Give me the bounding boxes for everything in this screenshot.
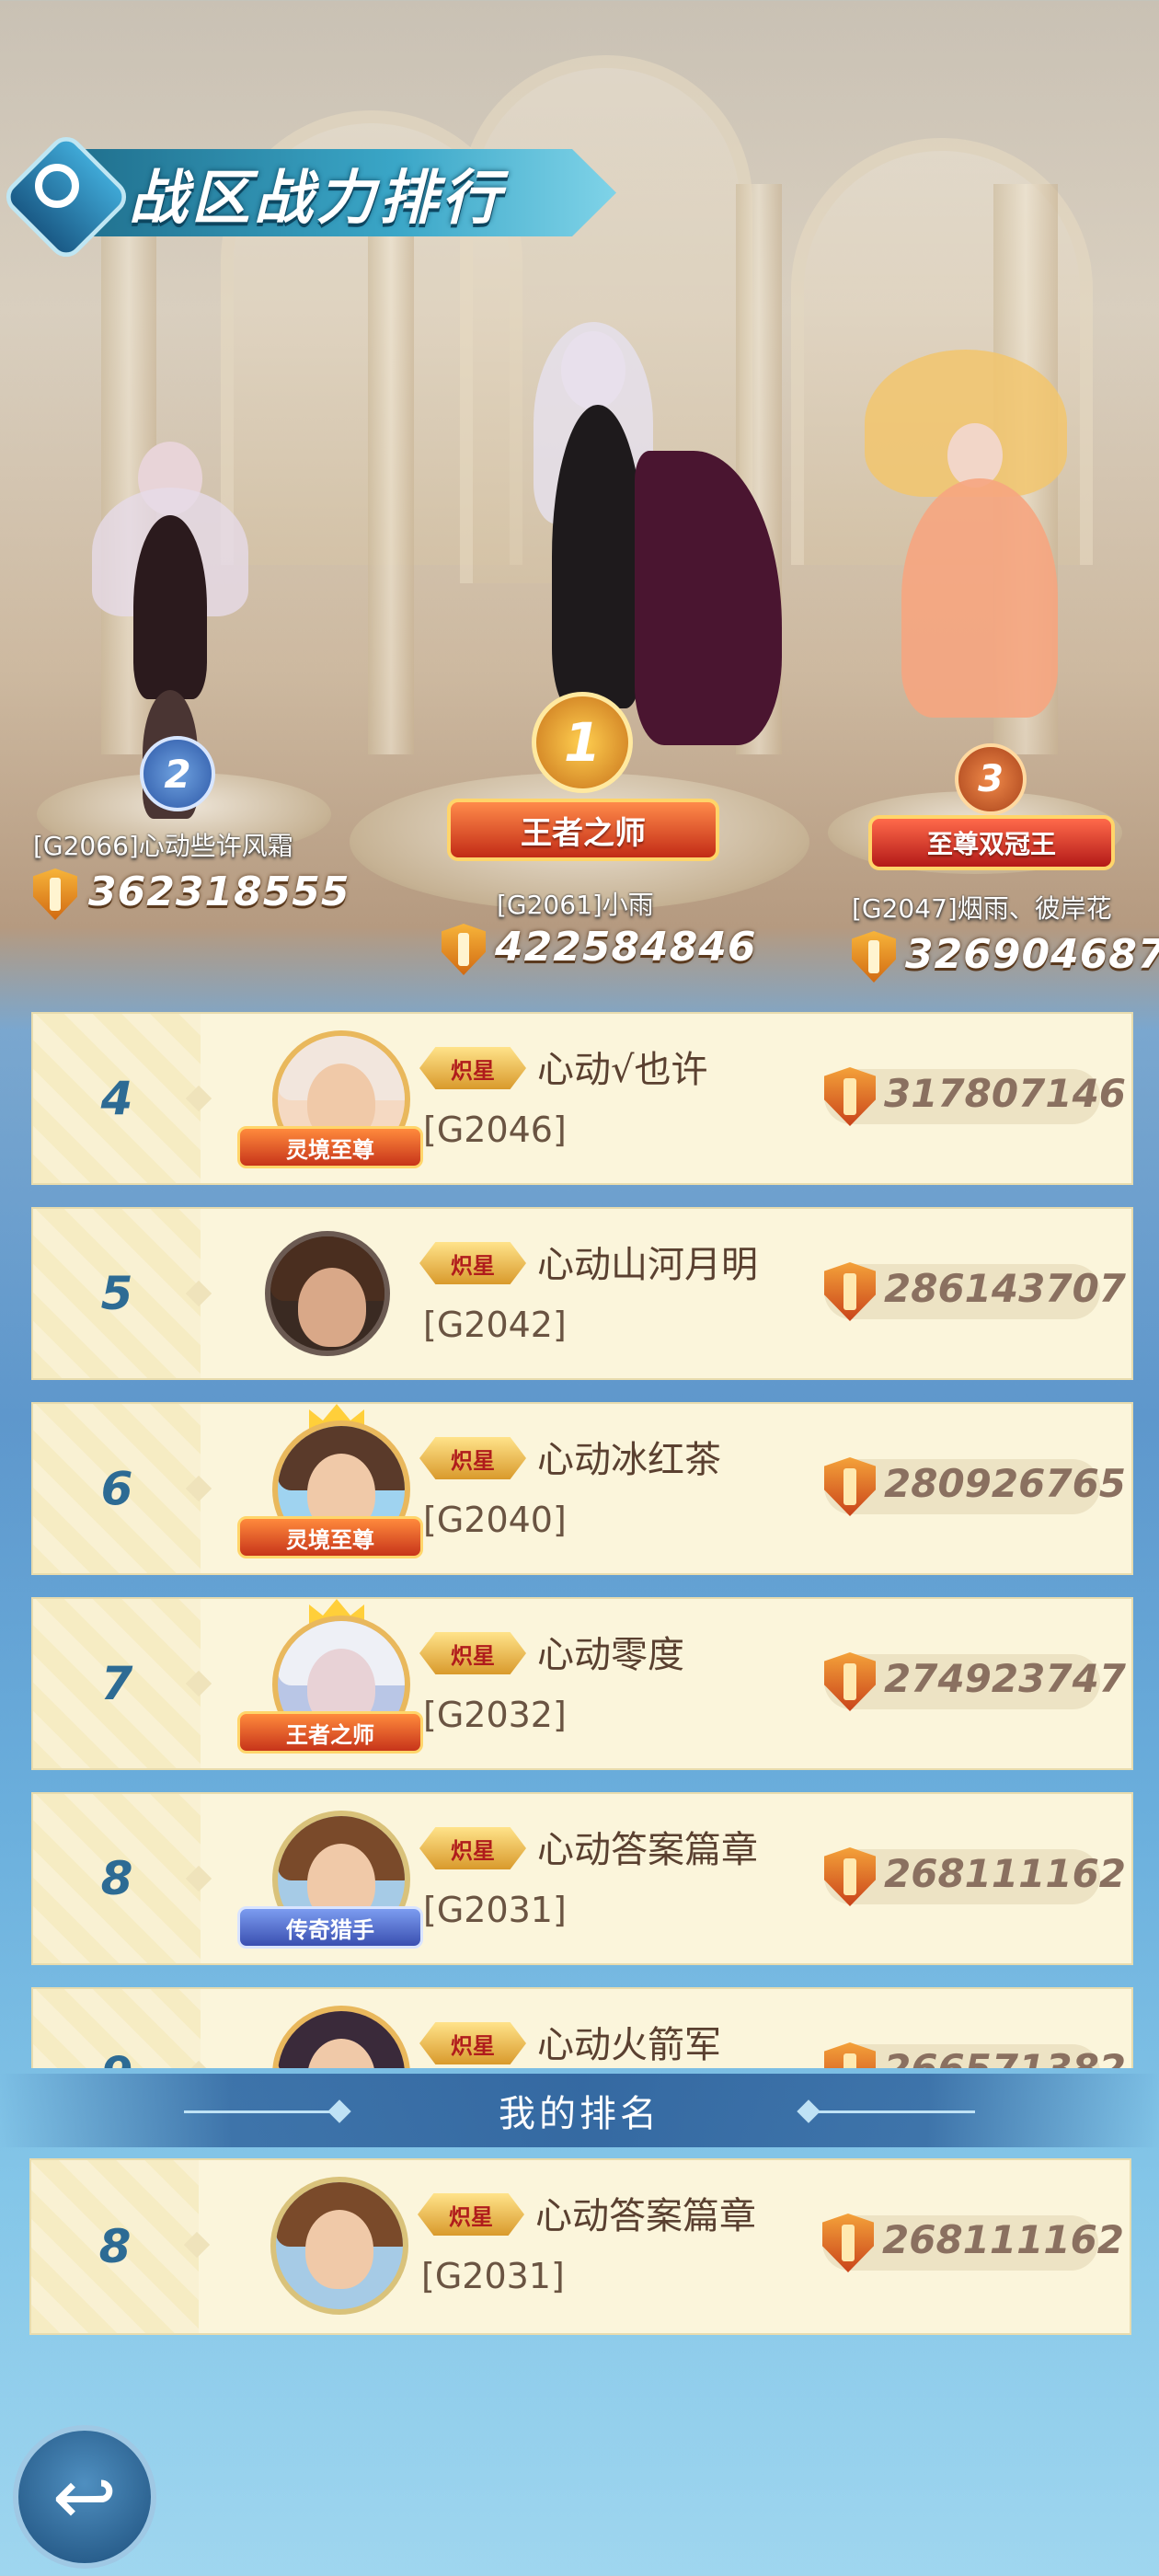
ranking-row[interactable]: 4 灵境至尊 炽星 心动√也许 [G2046] 317807146 [31,1012,1133,1185]
player-server: [G2046] [423,1110,567,1150]
vip-badge: 炽星 [419,2022,526,2064]
ranking-row[interactable]: 6 灵境至尊 炽星 心动冰红茶 [G2040] 280926765 [31,1402,1133,1575]
vip-badge: 炽星 [419,1242,526,1284]
vip-badge: 炽星 [419,1827,526,1869]
vip-badge: 炽星 [419,1047,526,1089]
rank-1-title-badge: 王者之师 [447,799,719,861]
ranking-row[interactable]: 5 炽星 心动山河月明 [G2042] 286143707 [31,1207,1133,1380]
rank-1-power: 422584846 [495,924,757,971]
player-power: 286143707 [884,1266,1127,1311]
rank-number: 7 [100,1657,133,1710]
avatar[interactable] [272,2006,410,2068]
player-server: [G2032] [423,1695,567,1735]
back-arrow-icon: ↩ [52,2452,118,2542]
my-rank-header: 我的排名 [0,2074,1159,2147]
ranking-list[interactable]: 4 灵境至尊 炽星 心动√也许 [G2046] 317807146 5 炽星 心… [31,1012,1133,2068]
player-name: 心动答案篇章 [537,1829,758,1871]
my-rank-row[interactable]: 8 炽星 心动答案篇章 [G2031] 268111162 [29,2158,1131,2335]
avatar[interactable] [270,2177,408,2315]
rank-number: 5 [100,1267,133,1320]
player-power: 317807146 [884,1071,1127,1116]
rank-2-name: [G2066]心动些许风霜 [33,831,293,861]
rank-3-title-badge: 至尊双冠王 [868,815,1115,870]
rank-number: 9 [33,1989,201,2068]
player-name: 心动冰红茶 [537,1439,721,1481]
avatar[interactable] [265,1231,390,1356]
page-title: 战区战力排行 [129,164,504,233]
player-power: 274923747 [884,1656,1127,1701]
back-button[interactable]: ↩ [13,2425,156,2569]
player-name: 心动火箭军 [537,2024,721,2066]
player-name: 心动山河月明 [537,1244,758,1286]
rank-2-medal: 2 [140,736,215,811]
player-power: 266571382 [884,2046,1126,2068]
rank-number: 8 [98,2220,132,2273]
rank-3-name: [G2047]烟雨、彼岸花 [852,893,1112,924]
player-server: [G2031] [421,2256,565,2296]
rank-1-name: [G2061]小雨 [497,890,654,920]
player-name: 心动答案篇章 [535,2195,756,2237]
rank-number: 4 [100,1072,133,1125]
ranking-row[interactable]: 9 炽星 心动火箭军 266571382 [31,1987,1133,2068]
page-title-banner: 战区战力排行 [64,149,616,236]
vip-badge: 炽星 [419,1632,526,1674]
player-server: [G2042] [423,1305,567,1345]
emblem-icon [35,164,79,208]
avatar-title-badge: 灵境至尊 [237,1126,423,1168]
avatar-title-badge: 灵境至尊 [237,1516,423,1558]
rank-number: 6 [100,1462,133,1515]
rank-1-medal: 1 [532,692,633,793]
avatar-title-badge: 王者之师 [237,1711,423,1754]
ranking-row[interactable]: 7 王者之师 炽星 心动零度 [G2032] 274923747 [31,1597,1133,1770]
rank-3-power: 326904687 [905,931,1159,978]
vip-badge: 炽星 [419,1437,526,1479]
ranking-row[interactable]: 8 传奇猎手 炽星 心动答案篇章 [G2031] 268111162 [31,1792,1133,1965]
player-server: [G2031] [423,1890,567,1930]
player-power: 268111162 [884,1851,1127,1896]
rank-number: 8 [100,1852,133,1905]
avatar-title-badge: 传奇猎手 [237,1906,423,1949]
player-server: [G2040] [423,1500,567,1540]
my-rank-title: 我的排名 [499,2093,660,2135]
rank-3-character [846,350,1085,754]
vip-badge: 炽星 [418,2193,524,2236]
player-name: 心动√也许 [537,1049,708,1091]
player-power: 280926765 [884,1461,1127,1506]
rank-3-medal: 3 [955,743,1027,815]
rank-1-character [460,322,809,800]
rank-2-power: 362318555 [88,868,350,915]
player-power: 268111162 [882,2217,1125,2262]
player-name: 心动零度 [537,1634,684,1676]
